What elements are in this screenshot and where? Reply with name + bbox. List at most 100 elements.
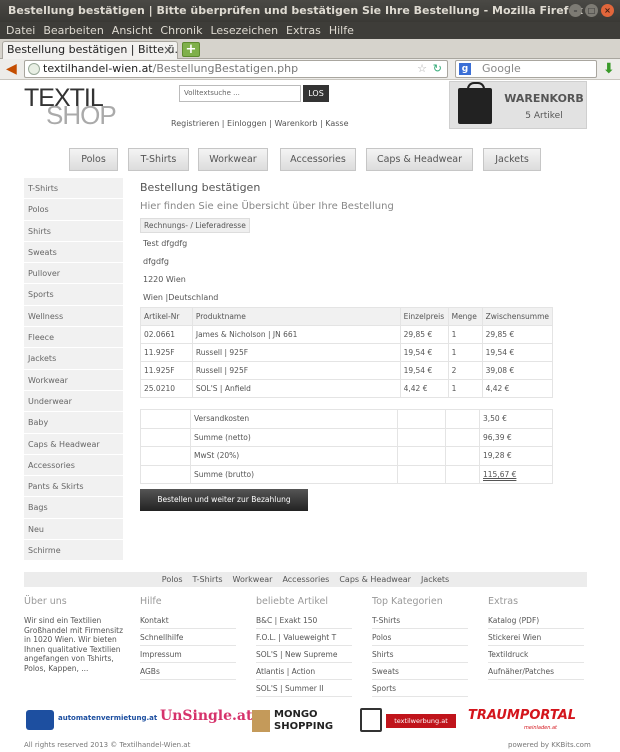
sidebar-item[interactable]: Sweats <box>24 241 123 264</box>
site-identity-icon[interactable] <box>28 63 40 75</box>
cell: Russell | 925F <box>191 361 401 380</box>
cell: 1 <box>447 325 483 344</box>
sidebar-item[interactable]: Pullover <box>24 263 123 285</box>
banner-traumportal[interactable]: TRAUMPORTAL meinladen.at <box>464 706 588 736</box>
footer-link[interactable]: F.O.L. | Valueweight T <box>256 629 352 646</box>
footer-link[interactable]: Atlantis | Action <box>256 663 352 680</box>
banner-mongo-shopping[interactable]: MONGO SHOPPING <box>250 706 354 736</box>
menu-bearbeiten[interactable]: Bearbeiten <box>43 24 103 37</box>
menu-hilfe[interactable]: Hilfe <box>329 24 354 37</box>
tab-close-icon[interactable]: × <box>163 42 173 58</box>
url-bar[interactable]: textilhandel-wien.at/BestellungBestatige… <box>24 60 448 78</box>
link-einloggen[interactable]: Einloggen <box>227 119 267 128</box>
reload-icon[interactable]: ↻ <box>433 61 442 77</box>
footer-link[interactable]: Caps & Headwear <box>339 575 411 584</box>
footer-link[interactable]: Aufnäher/Patches <box>488 663 584 680</box>
link-registrieren[interactable]: Registrieren <box>171 119 219 128</box>
footer-link[interactable]: Shirts <box>372 646 468 663</box>
sidebar-item[interactable]: Neu <box>24 518 123 541</box>
sidebar-item[interactable]: Shirts <box>24 220 123 242</box>
sidebar-item[interactable]: Pants & Skirts <box>24 476 123 498</box>
footer-link[interactable]: Accessories <box>282 575 329 584</box>
maximize-icon[interactable]: □ <box>585 4 598 17</box>
sidebar-item[interactable]: Workwear <box>24 369 123 391</box>
sidebar-item[interactable]: Accessories <box>24 454 123 477</box>
footer-link[interactable]: SOL'S | New Supreme <box>256 646 352 663</box>
copyright: All rights reserved 2013 © Textilhandel-… <box>24 741 191 749</box>
category-tshirts[interactable]: T-Shirts <box>128 148 189 171</box>
footer-link[interactable]: Katalog (PDF) <box>488 612 584 629</box>
footer-link[interactable]: SOL'S | Summer II <box>256 680 352 697</box>
site-search-input[interactable]: Volltextsuche ... <box>179 85 301 102</box>
menu-ansicht[interactable]: Ansicht <box>112 24 153 37</box>
category-jackets[interactable]: Jackets <box>483 148 541 171</box>
footer-link[interactable]: Jackets <box>421 575 449 584</box>
category-workwear[interactable]: Workwear <box>198 148 268 171</box>
footer-link[interactable]: Workwear <box>233 575 273 584</box>
sidebar-item[interactable]: Bags <box>24 497 123 519</box>
sidebar-item[interactable]: Underwear <box>24 390 123 413</box>
link-warenkorb[interactable]: Warenkorb <box>274 119 317 128</box>
browser-search-placeholder: Google <box>482 62 521 75</box>
menu-chronik[interactable]: Chronik <box>160 24 202 37</box>
bookmark-star-icon[interactable]: ☆ <box>417 61 427 77</box>
footer-link[interactable]: Sports <box>372 680 468 697</box>
footer-link[interactable]: Polos <box>372 629 468 646</box>
footer-link[interactable]: B&C | Exakt 150 <box>256 612 352 629</box>
category-caps-headwear[interactable]: Caps & Headwear <box>366 148 473 171</box>
footer-link[interactable]: T-Shirts <box>193 575 223 584</box>
powered-by-link[interactable]: powered by KKBits.com <box>508 741 591 749</box>
download-icon[interactable]: ⬇ <box>603 61 615 77</box>
sidebar-item[interactable]: T-Shirts <box>24 178 123 200</box>
sidebar-item[interactable]: Caps & Headwear <box>24 433 123 455</box>
footer-link[interactable]: Kontakt <box>140 612 236 629</box>
foosball-table-icon <box>26 710 54 730</box>
tab-bestellung[interactable]: Bestellung bestätigen | Bitte ü... × <box>2 41 178 59</box>
sidebar-item[interactable]: Schirme <box>24 540 123 562</box>
footer-link[interactable]: AGBs <box>140 663 236 680</box>
cell: 11.925F <box>140 343 193 362</box>
footer-link[interactable]: Impressum <box>140 646 236 663</box>
back-arrow-icon[interactable]: ◀ <box>6 61 17 77</box>
menu-lesezeichen[interactable]: Lesezeichen <box>210 24 278 37</box>
sidebar-item[interactable]: Sports <box>24 284 123 306</box>
site-search-button[interactable]: LOS <box>303 85 329 102</box>
footer-link[interactable]: Schnellhilfe <box>140 629 236 646</box>
place-order-button[interactable]: Bestellen und weiter zur Bezahlung <box>140 489 308 511</box>
google-icon[interactable]: g <box>459 63 471 75</box>
footer-link[interactable]: Textildruck <box>488 646 584 663</box>
browser-search-input[interactable]: g Google <box>455 60 597 78</box>
tshirt-icon <box>360 708 382 732</box>
new-tab-icon[interactable]: + <box>182 42 200 57</box>
sidebar-item[interactable]: Fleece <box>24 327 123 349</box>
sidebar-item[interactable]: Polos <box>24 199 123 221</box>
summary-value: 3,50 € <box>479 409 553 429</box>
address-line: 1220 Wien <box>143 275 186 284</box>
menu-extras[interactable]: Extras <box>286 24 321 37</box>
link-kasse[interactable]: Kasse <box>325 119 348 128</box>
minimize-icon[interactable]: – <box>569 4 582 17</box>
cell: 29,85 € <box>399 325 449 344</box>
table-row: 11.925F Russell | 925F 19,54 €1 19,54 € <box>140 343 554 362</box>
category-polos[interactable]: Polos <box>69 148 118 171</box>
footer-link[interactable]: Stickerei Wien <box>488 629 584 646</box>
footer-link[interactable]: Polos <box>162 575 183 584</box>
banner-unsingle[interactable]: UnSingle.at <box>158 706 252 736</box>
order-table: Artikel-Nr Produktname Einzelpreis Menge… <box>140 307 554 398</box>
sidebar-item[interactable]: Baby <box>24 412 123 434</box>
cart-widget[interactable]: WARENKORB 5 Artikel <box>449 81 587 129</box>
site-logo[interactable]: TEXTIL SHOP <box>24 84 134 130</box>
footer-link[interactable]: Sweats <box>372 663 468 680</box>
summary-row: Summe (netto) 96,39 € <box>140 427 553 447</box>
category-accessories[interactable]: Accessories <box>280 148 356 171</box>
banner-textilwerbung[interactable]: textilwerbung.at <box>358 706 458 736</box>
close-icon[interactable]: × <box>601 4 614 17</box>
sidebar-item[interactable]: Jackets <box>24 348 123 370</box>
footer-link[interactable]: T-Shirts <box>372 612 468 629</box>
sidebar-item[interactable]: Wellness <box>24 305 123 328</box>
cell: SOL'S | Anfield <box>191 379 401 398</box>
summary-label: Versandkosten <box>190 409 398 429</box>
column-header: Menge <box>447 307 483 326</box>
menu-datei[interactable]: Datei <box>6 24 35 37</box>
banner-automatenvermietung[interactable]: automatenvermietung.at <box>24 706 157 736</box>
